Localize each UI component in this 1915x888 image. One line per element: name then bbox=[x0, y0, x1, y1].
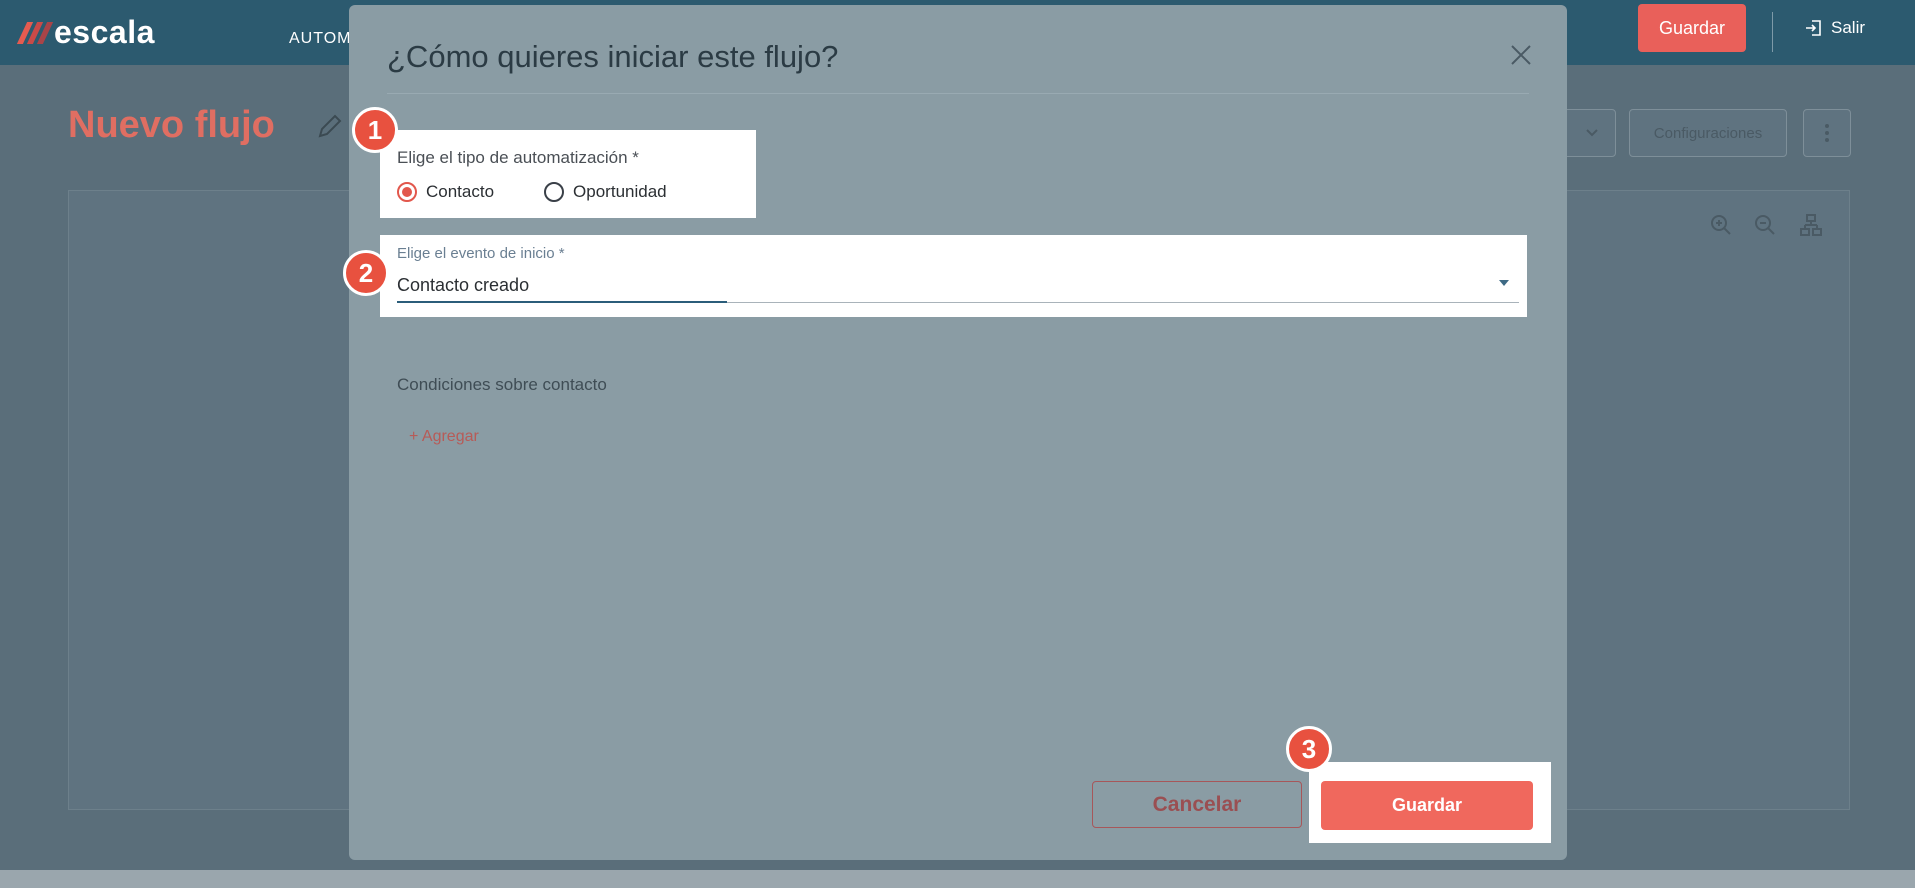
automation-type-radio-group: Contacto Oportunidad bbox=[397, 182, 717, 202]
more-vertical-icon bbox=[1825, 124, 1829, 142]
start-flow-modal: ¿Cómo quieres iniciar este flujo? Elige … bbox=[349, 5, 1567, 860]
step-badge-1: 1 bbox=[352, 107, 398, 153]
more-options-button[interactable] bbox=[1803, 109, 1851, 157]
save-button[interactable]: Guardar bbox=[1321, 781, 1533, 830]
exit-button[interactable]: Salir bbox=[1805, 18, 1865, 38]
automation-type-highlight bbox=[380, 130, 756, 218]
conditions-label: Condiciones sobre contacto bbox=[397, 375, 607, 394]
step-badge-3: 3 bbox=[1286, 726, 1332, 772]
radio-checked-icon bbox=[397, 182, 417, 202]
select-underline-active bbox=[397, 301, 727, 303]
pencil-icon[interactable] bbox=[316, 112, 344, 140]
radio-label-contacto: Contacto bbox=[426, 182, 495, 201]
layout-tree-icon[interactable] bbox=[1799, 213, 1823, 237]
exit-label: Salir bbox=[1831, 18, 1866, 37]
radio-oportunidad[interactable]: Oportunidad bbox=[544, 182, 667, 202]
zoom-out-icon[interactable] bbox=[1753, 213, 1777, 237]
start-event-select[interactable]: Contacto creado bbox=[397, 275, 529, 296]
radio-unchecked-icon bbox=[544, 182, 565, 202]
top-divider bbox=[1772, 12, 1773, 52]
escala-logo[interactable]: escala bbox=[16, 14, 155, 51]
logo-mark-icon bbox=[16, 21, 54, 44]
exit-icon bbox=[1806, 20, 1821, 36]
chevron-down-icon bbox=[1586, 129, 1598, 137]
config-button[interactable]: Configuraciones bbox=[1629, 109, 1787, 157]
cancel-button[interactable]: Cancelar bbox=[1092, 781, 1302, 828]
close-icon[interactable] bbox=[1509, 43, 1533, 67]
logo-text: escala bbox=[54, 14, 155, 50]
top-save-button[interactable]: Guardar bbox=[1638, 4, 1746, 52]
nav-item-automations[interactable]: AUTOM bbox=[289, 30, 351, 48]
caret-down-icon[interactable] bbox=[1499, 280, 1509, 286]
radio-contacto[interactable]: Contacto bbox=[397, 182, 494, 202]
zoom-in-icon[interactable] bbox=[1709, 213, 1733, 237]
page-title: Nuevo flujo bbox=[68, 104, 275, 146]
modal-title: ¿Cómo quieres iniciar este flujo? bbox=[387, 39, 839, 74]
start-event-label: Elige el evento de inicio * bbox=[397, 245, 565, 262]
modal-divider bbox=[387, 93, 1529, 94]
bottom-strip bbox=[0, 870, 1915, 888]
automation-type-label: Elige el tipo de automatización * bbox=[397, 148, 639, 167]
step-badge-2: 2 bbox=[343, 250, 389, 296]
add-condition-link[interactable]: + Agregar bbox=[409, 428, 479, 446]
radio-label-oportunidad: Oportunidad bbox=[573, 182, 667, 201]
